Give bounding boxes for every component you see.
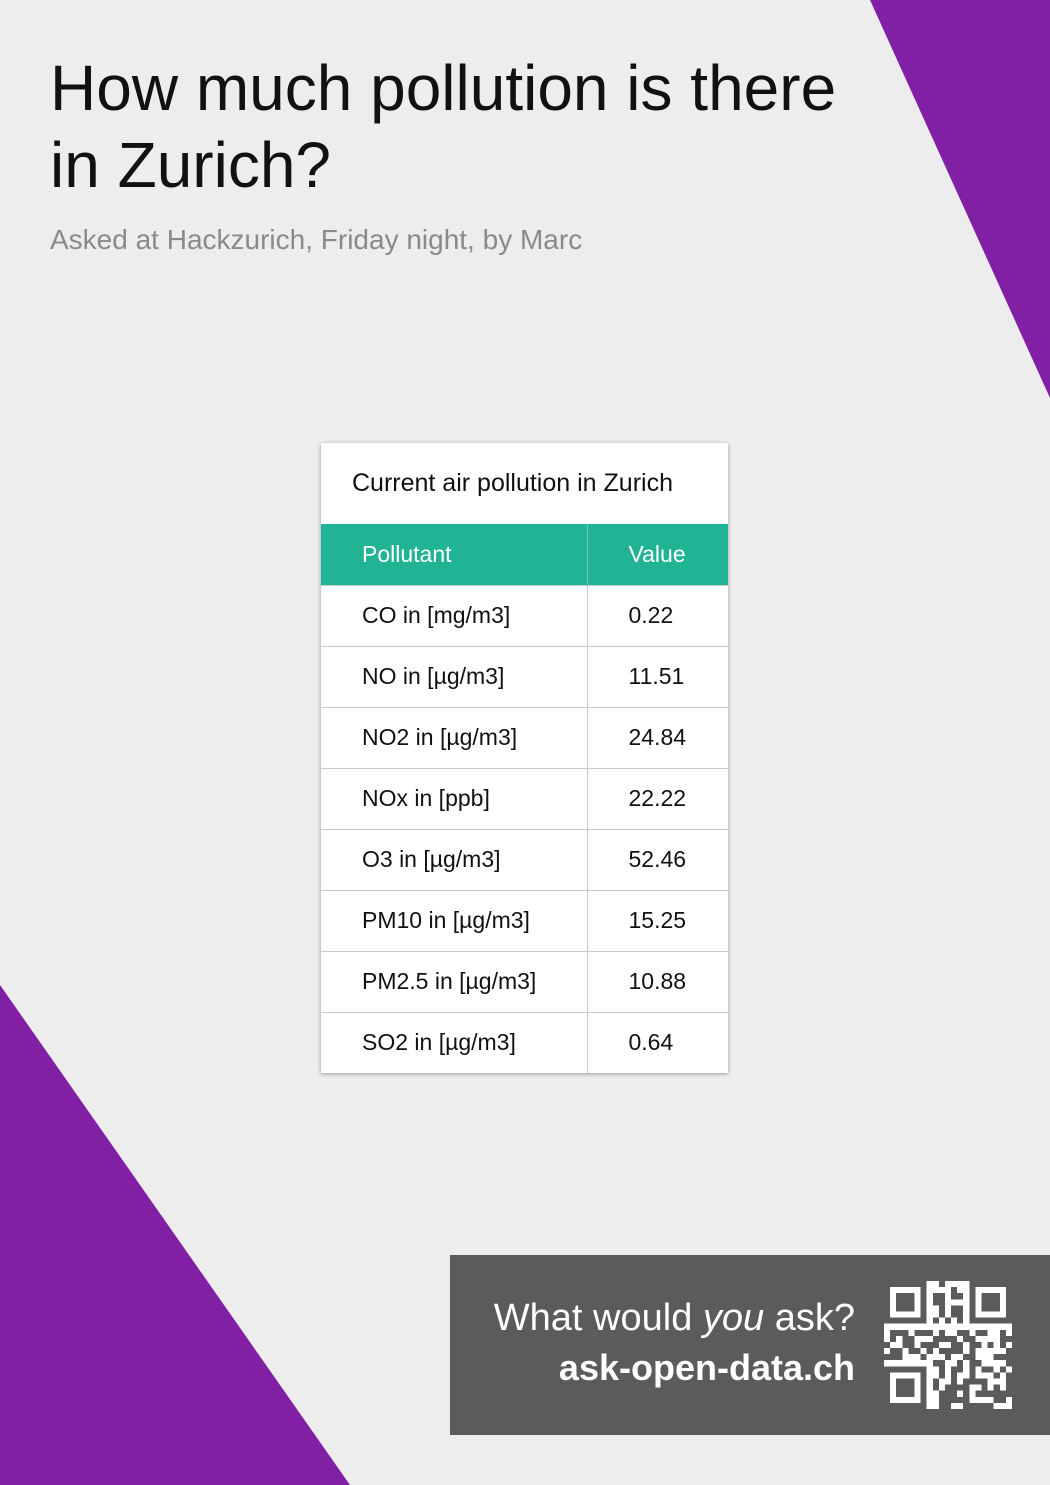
pollutant-cell: CO in [mg/m3] — [321, 584, 588, 646]
pollutant-cell: NOx in [ppb] — [321, 767, 588, 829]
value-cell: 15.25 — [587, 889, 728, 951]
table-row: CO in [mg/m3] 0.22 — [321, 584, 728, 646]
pollution-card: Current air pollution in Zurich Pollutan… — [321, 443, 728, 1073]
cta-question-end: ask? — [764, 1297, 855, 1339]
pollutant-cell: O3 in [µg/m3] — [321, 828, 588, 890]
pollutant-cell: PM10 in [µg/m3] — [321, 889, 588, 951]
table-row: NO in [µg/m3] 11.51 — [321, 645, 728, 707]
table-row: PM10 in [µg/m3] 15.25 — [321, 889, 728, 951]
table-row: SO2 in [µg/m3] 0.64 — [321, 1011, 728, 1073]
table-row: NO2 in [µg/m3] 24.84 — [321, 706, 728, 768]
qr-code-icon[interactable] — [884, 1281, 1012, 1409]
purple-triangle-bottom-left — [0, 985, 350, 1485]
value-cell: 0.64 — [587, 1011, 728, 1073]
table-row: PM2.5 in [µg/m3] 10.88 — [321, 950, 728, 1012]
page-title: How much pollution is there in Zurich? — [50, 52, 837, 201]
value-cell: 11.51 — [587, 645, 728, 707]
value-cell: 22.22 — [587, 767, 728, 829]
pollution-table: Pollutant Value CO in [mg/m3] 0.22 NO in… — [321, 524, 728, 1073]
cta-question-start: What would — [493, 1297, 703, 1339]
value-cell: 24.84 — [587, 706, 728, 768]
purple-triangle-top-right — [870, 0, 1050, 398]
page-subtitle: Asked at Hackzurich, Friday night, by Ma… — [50, 224, 583, 255]
value-cell: 0.22 — [587, 584, 728, 646]
cta-url-link[interactable]: ask-open-data.ch — [559, 1347, 855, 1389]
value-cell: 52.46 — [587, 828, 728, 890]
table-header-row: Pollutant Value — [321, 524, 728, 585]
value-cell: 10.88 — [587, 950, 728, 1012]
table-row: O3 in [µg/m3] 52.46 — [321, 828, 728, 890]
pollutant-cell: NO in [µg/m3] — [321, 645, 588, 707]
card-title: Current air pollution in Zurich — [352, 469, 673, 497]
cta-question-emphasis: you — [702, 1297, 765, 1339]
pollutant-cell: PM2.5 in [µg/m3] — [321, 950, 588, 1012]
column-header-value: Value — [587, 524, 728, 585]
pollutant-cell: SO2 in [µg/m3] — [321, 1011, 588, 1073]
call-to-action-box: What would you ask? ask-open-data.ch — [450, 1255, 1050, 1435]
table-row: NOx in [ppb] 22.22 — [321, 767, 728, 829]
cta-question: What would you ask? — [494, 1297, 855, 1340]
pollutant-cell: NO2 in [µg/m3] — [321, 706, 588, 768]
column-header-pollutant: Pollutant — [321, 524, 588, 585]
